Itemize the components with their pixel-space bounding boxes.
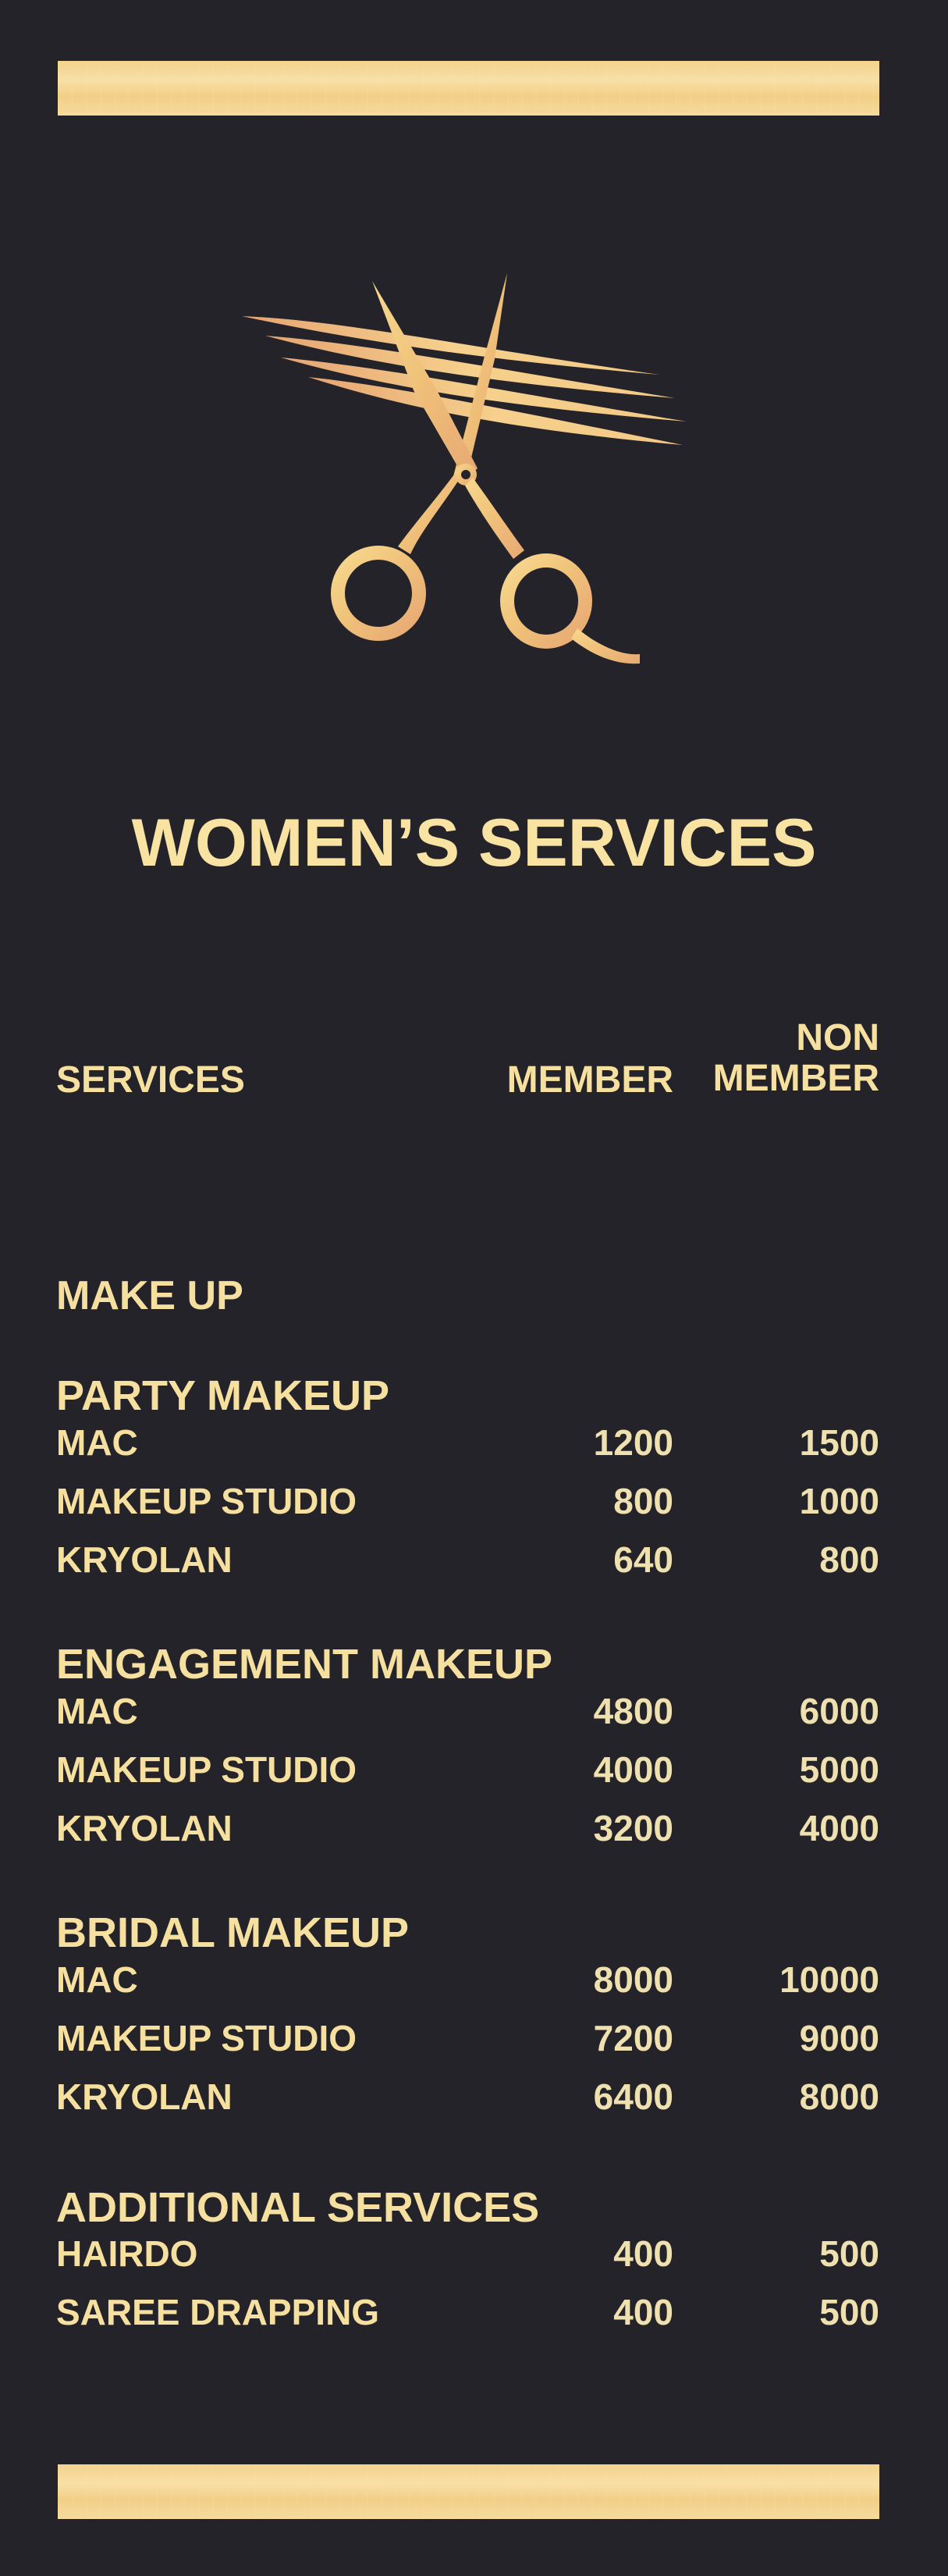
service-name: KRYOLAN bbox=[56, 1808, 233, 1848]
member-price: 4000 bbox=[593, 1749, 673, 1790]
group-title: ADDITIONAL SERVICES bbox=[56, 2184, 540, 2231]
table-row: SAREE DRAPPING 400 500 bbox=[0, 2289, 948, 2336]
service-name: MAC bbox=[56, 1691, 138, 1731]
header-non-member-line1: NON bbox=[796, 1017, 879, 1059]
top-decorative-bar bbox=[58, 61, 879, 116]
header-non-member-line2: MEMBER bbox=[712, 1058, 879, 1099]
scissors-cutting-hair-icon bbox=[242, 273, 687, 664]
group-title: ENGAGEMENT MAKEUP bbox=[56, 1641, 553, 1688]
non-member-price: 500 bbox=[819, 2292, 879, 2332]
table-row: MAKEUP STUDIO 7200 9000 bbox=[0, 2015, 948, 2062]
member-price: 800 bbox=[613, 1481, 673, 1521]
non-member-price: 9000 bbox=[799, 2018, 879, 2058]
service-name: HAIRDO bbox=[56, 2233, 198, 2274]
table-row: KRYOLAN 6400 8000 bbox=[0, 2073, 948, 2120]
page-title: WOMEN’S SERVICES bbox=[131, 806, 817, 881]
table-row: KRYOLAN 3200 4000 bbox=[0, 1805, 948, 1852]
member-price: 7200 bbox=[593, 2018, 673, 2058]
non-member-price: 1500 bbox=[799, 1422, 879, 1463]
table-row: KRYOLAN 640 800 bbox=[0, 1536, 948, 1583]
member-price: 6400 bbox=[593, 2076, 673, 2117]
service-name: MAKEUP STUDIO bbox=[56, 1749, 357, 1790]
non-member-price: 10000 bbox=[779, 1959, 879, 2000]
non-member-price: 1000 bbox=[799, 1481, 879, 1521]
table-row: MAC 4800 6000 bbox=[0, 1688, 948, 1735]
non-member-price: 5000 bbox=[799, 1749, 879, 1790]
group-title: PARTY MAKEUP bbox=[56, 1372, 390, 1419]
table-row: MAKEUP STUDIO 4000 5000 bbox=[0, 1746, 948, 1793]
non-member-price: 8000 bbox=[799, 2076, 879, 2117]
non-member-price: 800 bbox=[819, 1539, 879, 1580]
section-title-makeup: MAKE UP bbox=[56, 1273, 243, 1318]
member-price: 400 bbox=[613, 2233, 673, 2274]
header-services: SERVICES bbox=[56, 1059, 245, 1101]
service-name: MAKEUP STUDIO bbox=[56, 2018, 357, 2058]
table-row: MAC 1200 1500 bbox=[0, 1419, 948, 1466]
member-price: 400 bbox=[613, 2292, 673, 2332]
table-row: MAKEUP STUDIO 800 1000 bbox=[0, 1478, 948, 1525]
member-price: 4800 bbox=[593, 1691, 673, 1731]
member-price: 8000 bbox=[593, 1959, 673, 2000]
header-non-member: NON MEMBER bbox=[713, 1018, 879, 1099]
member-price: 3200 bbox=[593, 1808, 673, 1848]
table-row: HAIRDO 400 500 bbox=[0, 2230, 948, 2277]
non-member-price: 6000 bbox=[799, 1691, 879, 1731]
member-price: 1200 bbox=[593, 1422, 673, 1463]
non-member-price: 500 bbox=[819, 2233, 879, 2274]
service-name: KRYOLAN bbox=[56, 2076, 233, 2117]
group-title: BRIDAL MAKEUP bbox=[56, 1909, 410, 1956]
member-price: 640 bbox=[613, 1539, 673, 1580]
column-headers: SERVICES MEMBER NON MEMBER bbox=[0, 1015, 948, 1108]
service-name: MAC bbox=[56, 1959, 138, 2000]
table-row: MAC 8000 10000 bbox=[0, 1956, 948, 2003]
service-name: MAC bbox=[56, 1422, 138, 1463]
header-member: MEMBER bbox=[506, 1059, 673, 1101]
service-name: KRYOLAN bbox=[56, 1539, 233, 1580]
bottom-decorative-bar bbox=[58, 2464, 879, 2519]
service-name: SAREE DRAPPING bbox=[56, 2292, 380, 2332]
service-name: MAKEUP STUDIO bbox=[56, 1481, 357, 1521]
non-member-price: 4000 bbox=[799, 1808, 879, 1848]
